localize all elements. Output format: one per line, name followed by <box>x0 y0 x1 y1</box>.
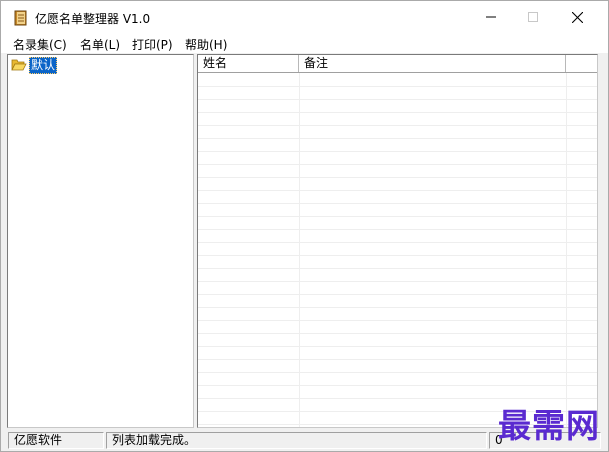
close-button[interactable] <box>554 1 600 33</box>
open-folder-icon <box>11 59 27 71</box>
maximize-icon <box>528 12 538 22</box>
grid-row-line <box>198 86 597 87</box>
grid-row-line <box>198 138 597 139</box>
grid-row-line <box>198 281 597 282</box>
grid-row-line <box>198 255 597 256</box>
grid-row-line <box>198 99 597 100</box>
directory-tree[interactable]: 默认 <box>7 54 194 428</box>
list-grid[interactable] <box>198 73 597 427</box>
window-title: 亿愿名单整理器 V1.0 <box>35 12 151 26</box>
status-message: 列表加载完成。 <box>106 432 487 449</box>
grid-row-line <box>198 307 597 308</box>
menu-directory[interactable]: 名录集(C) <box>13 36 67 53</box>
column-header-note[interactable]: 备注 <box>299 55 566 72</box>
grid-row-line <box>198 242 597 243</box>
maximize-button[interactable] <box>510 1 556 33</box>
close-icon <box>571 11 583 23</box>
name-list[interactable]: 姓名 备注 <box>197 54 598 428</box>
tree-node-label[interactable]: 默认 <box>29 56 58 74</box>
grid-row-line <box>198 229 597 230</box>
grid-row-line <box>198 216 597 217</box>
grid-row-line <box>198 164 597 165</box>
watermark-logo: 最需网 <box>498 406 600 445</box>
title-bar[interactable]: 亿愿名单整理器 V1.0 <box>1 1 608 33</box>
grid-row-line <box>198 294 597 295</box>
grid-row-line <box>198 333 597 334</box>
menu-list[interactable]: 名单(L) <box>80 36 120 53</box>
grid-row-line <box>198 385 597 386</box>
column-header-filler[interactable] <box>566 55 597 72</box>
menu-bar: 名录集(C) 名单(L) 打印(P) 帮助(H) <box>1 33 608 53</box>
menu-help[interactable]: 帮助(H) <box>185 36 227 53</box>
grid-column-line <box>299 73 300 427</box>
status-company: 亿愿软件 <box>8 432 104 449</box>
minimize-icon <box>486 16 496 18</box>
grid-row-line <box>198 346 597 347</box>
grid-row-line <box>198 268 597 269</box>
app-window: 亿愿名单整理器 V1.0 名录集(C) 名单(L) 打印(P) 帮助(H) 默认… <box>0 0 609 452</box>
grid-row-line <box>198 112 597 113</box>
grid-row-line <box>198 151 597 152</box>
list-header: 姓名 备注 <box>198 55 597 73</box>
tree-node-default[interactable]: 默认 <box>11 56 58 74</box>
menu-print[interactable]: 打印(P) <box>132 36 173 53</box>
minimize-button[interactable] <box>468 1 514 33</box>
column-header-name[interactable]: 姓名 <box>198 55 299 72</box>
grid-row-line <box>198 203 597 204</box>
grid-row-line <box>198 372 597 373</box>
grid-column-line <box>566 73 567 427</box>
grid-row-line <box>198 177 597 178</box>
grid-row-line <box>198 190 597 191</box>
grid-row-line <box>198 125 597 126</box>
book-icon <box>14 10 27 26</box>
grid-row-line <box>198 359 597 360</box>
grid-row-line <box>198 320 597 321</box>
